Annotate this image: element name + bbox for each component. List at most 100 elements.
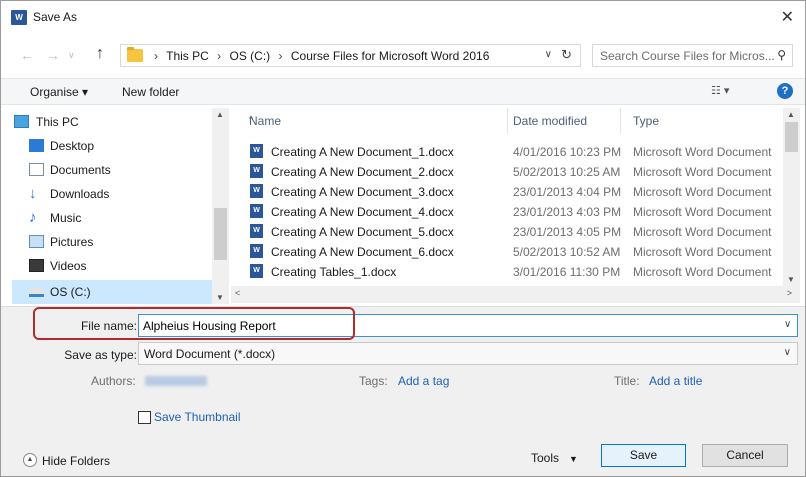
back-arrow-icon[interactable]: ← bbox=[20, 47, 34, 63]
add-title-link[interactable]: Add a title bbox=[649, 374, 702, 388]
file-row[interactable]: W Creating A New Document_4.docx 23/01/2… bbox=[231, 202, 781, 222]
file-type: Microsoft Word Document bbox=[633, 265, 772, 279]
address-dropdown-icon[interactable]: ∨ bbox=[545, 49, 552, 60]
scrollbar-thumb[interactable] bbox=[214, 208, 227, 260]
file-type: Microsoft Word Document bbox=[633, 185, 772, 199]
column-header-name[interactable]: Name ^ bbox=[231, 108, 508, 134]
word-document-icon: W bbox=[250, 244, 263, 258]
breadcrumb: › This PC › OS (C:) › Course Files for M… bbox=[149, 49, 489, 63]
folder-icon bbox=[127, 47, 143, 62]
file-row[interactable]: W Creating A New Document_1.docx 4/01/20… bbox=[231, 142, 781, 162]
music-icon: ♪ bbox=[29, 209, 37, 226]
file-name: Creating A New Document_6.docx bbox=[271, 245, 454, 259]
column-header-date-modified[interactable]: Date modified bbox=[508, 108, 621, 134]
file-row[interactable]: W Creating Tables_1.docx 3/01/2016 11:30… bbox=[231, 262, 781, 282]
save-as-type-value: Word Document (*.docx) bbox=[144, 347, 276, 361]
save-thumbnail-checkbox[interactable] bbox=[138, 411, 151, 424]
search-icon[interactable]: ⚲ bbox=[777, 48, 786, 62]
search-placeholder: Search Course Files for Micros... bbox=[600, 49, 775, 63]
save-as-type-label: Save as type: bbox=[64, 348, 137, 362]
drive-icon bbox=[29, 288, 44, 297]
nav-item-desktop[interactable]: Desktop bbox=[12, 134, 212, 158]
add-tag-link[interactable]: Add a tag bbox=[398, 374, 449, 388]
file-name: Creating Tables_1.docx bbox=[271, 265, 397, 279]
scroll-up-icon[interactable]: ▲ bbox=[216, 110, 224, 119]
nav-item-pictures[interactable]: Pictures bbox=[12, 230, 212, 254]
breadcrumb-separator: › bbox=[217, 49, 222, 63]
address-bar[interactable]: › This PC › OS (C:) › Course Files for M… bbox=[120, 44, 581, 67]
file-date: 23/01/2013 4:04 PM bbox=[513, 185, 622, 199]
navigation-pane: This PC Desktop Documents ↓ Downloads ♪ … bbox=[12, 108, 230, 304]
word-document-icon: W bbox=[250, 144, 263, 158]
title-bar: W Save As ✕ bbox=[0, 0, 806, 33]
save-button[interactable]: Save bbox=[601, 444, 686, 467]
new-folder-button[interactable]: New folder bbox=[122, 85, 179, 99]
collapse-icon: ▲ bbox=[23, 453, 37, 467]
hide-folders-label: Hide Folders bbox=[42, 454, 111, 468]
file-row[interactable]: W Creating A New Document_3.docx 23/01/2… bbox=[231, 182, 781, 202]
nav-item-os-c[interactable]: OS (C:) bbox=[12, 280, 212, 304]
scroll-up-icon[interactable]: ▲ bbox=[787, 110, 795, 119]
nav-item-videos[interactable]: Videos bbox=[12, 254, 212, 278]
word-document-icon: W bbox=[250, 184, 263, 198]
navigation-pane-scrollbar[interactable]: ▲ ▼ bbox=[212, 108, 229, 304]
nav-item-label: Pictures bbox=[50, 235, 94, 249]
forward-arrow-icon[interactable]: → bbox=[46, 47, 60, 63]
search-input[interactable]: Search Course Files for Micros... ⚲ bbox=[592, 44, 793, 67]
scroll-down-icon[interactable]: ▼ bbox=[787, 275, 795, 284]
save-options-panel: File name: ∨ Save as type: Word Document… bbox=[1, 306, 805, 476]
scroll-down-icon[interactable]: ▼ bbox=[216, 293, 224, 302]
file-list-vertical-scrollbar[interactable]: ▲ ▼ bbox=[783, 108, 800, 286]
breadcrumb-os-c[interactable]: OS (C:) bbox=[230, 49, 271, 63]
tags-label: Tags: bbox=[359, 374, 388, 388]
videos-icon bbox=[29, 259, 44, 272]
view-options-icon[interactable]: ☷ ▾ bbox=[711, 84, 729, 97]
file-date: 5/02/2013 10:52 AM bbox=[513, 245, 621, 259]
tools-button[interactable]: Tools ▼ bbox=[531, 451, 578, 465]
breadcrumb-course-files[interactable]: Course Files for Microsoft Word 2016 bbox=[291, 49, 490, 63]
file-row[interactable]: W Creating A New Document_2.docx 5/02/20… bbox=[231, 162, 781, 182]
nav-item-label: Music bbox=[50, 211, 82, 225]
file-row[interactable]: W Creating A New Document_5.docx 23/01/2… bbox=[231, 222, 781, 242]
file-type: Microsoft Word Document bbox=[633, 165, 772, 179]
file-list: Name ^ Date modified Type W Creating A N… bbox=[231, 108, 805, 304]
file-name-dropdown-icon[interactable]: ∨ bbox=[784, 319, 791, 330]
column-header-label: Name bbox=[249, 114, 282, 128]
scrollbar-thumb[interactable] bbox=[785, 122, 798, 152]
nav-item-this-pc[interactable]: This PC bbox=[12, 110, 212, 134]
column-header-type[interactable]: Type bbox=[621, 108, 781, 134]
toolbar: Organise ▾ New folder ☷ ▾ ? bbox=[1, 78, 805, 105]
tools-label: Tools bbox=[531, 451, 560, 465]
up-arrow-icon[interactable]: ↑ bbox=[96, 45, 104, 63]
file-date: 23/01/2013 4:03 PM bbox=[513, 205, 622, 219]
save-as-type-select[interactable]: Word Document (*.docx) ∨ bbox=[138, 342, 798, 365]
file-list-horizontal-scrollbar[interactable]: < > bbox=[231, 286, 800, 303]
cancel-button[interactable]: Cancel bbox=[702, 444, 788, 467]
authors-label: Authors: bbox=[91, 374, 136, 388]
recent-locations-icon[interactable]: ∨ bbox=[68, 50, 75, 61]
word-document-icon: W bbox=[250, 204, 263, 218]
file-date: 4/01/2016 10:23 PM bbox=[513, 145, 622, 159]
file-name-field[interactable] bbox=[138, 314, 798, 337]
nav-item-label: Desktop bbox=[50, 139, 95, 153]
scroll-right-icon[interactable]: > bbox=[787, 288, 792, 298]
refresh-icon[interactable]: ↻ bbox=[561, 47, 572, 63]
file-date: 23/01/2013 4:05 PM bbox=[513, 225, 622, 239]
file-date: 3/01/2016 11:30 PM bbox=[513, 265, 621, 279]
authors-value[interactable] bbox=[145, 376, 207, 386]
save-thumbnail-label[interactable]: Save Thumbnail bbox=[154, 410, 241, 424]
breadcrumb-this-pc[interactable]: This PC bbox=[166, 49, 209, 63]
scroll-left-icon[interactable]: < bbox=[235, 288, 240, 298]
file-row[interactable]: W Creating A New Document_6.docx 5/02/20… bbox=[231, 242, 781, 262]
word-document-icon: W bbox=[250, 224, 263, 238]
close-icon[interactable]: ✕ bbox=[781, 7, 794, 27]
tools-caret-icon: ▼ bbox=[569, 454, 578, 464]
help-icon[interactable]: ? bbox=[777, 83, 793, 99]
nav-item-music[interactable]: ♪ Music bbox=[12, 206, 212, 230]
nav-item-downloads[interactable]: ↓ Downloads bbox=[12, 182, 212, 206]
word-document-icon: W bbox=[250, 164, 263, 178]
breadcrumb-separator: › bbox=[154, 49, 158, 63]
nav-item-documents[interactable]: Documents bbox=[12, 158, 212, 182]
computer-icon bbox=[14, 115, 29, 128]
organise-button[interactable]: Organise ▾ bbox=[30, 85, 88, 99]
